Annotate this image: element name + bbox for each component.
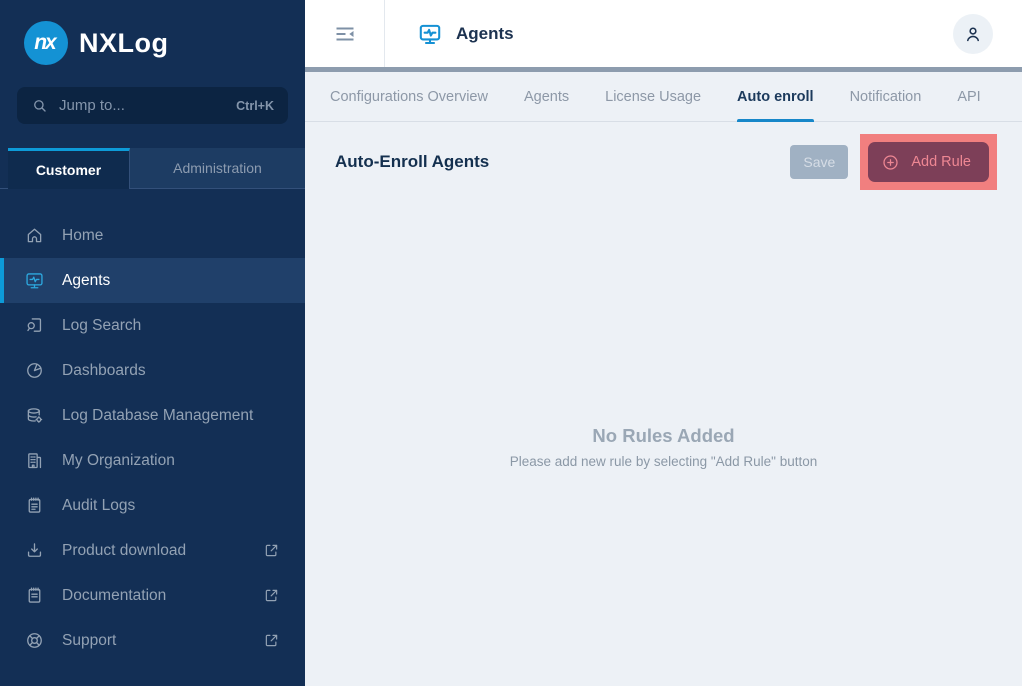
add-rule-label: Add Rule <box>911 154 971 170</box>
empty-state-title: No Rules Added <box>305 425 1022 447</box>
sidebar-item-home[interactable]: Home <box>0 213 305 258</box>
search-shortcut-hint: Ctrl+K <box>236 99 274 113</box>
sidebar-item-label: My Organization <box>62 452 281 470</box>
sidebar-collapse-button[interactable] <box>327 16 363 52</box>
add-rule-button[interactable]: Add Rule <box>868 142 989 182</box>
section-heading: Auto-Enroll Agents <box>335 152 790 172</box>
tab-administration[interactable]: Administration <box>130 148 305 189</box>
brand-name: NXLog <box>79 28 169 59</box>
empty-state-subtitle: Please add new rule by selecting "Add Ru… <box>305 454 1022 469</box>
sidebar-item-product-download[interactable]: Product download <box>0 528 305 573</box>
tab-license-usage[interactable]: License Usage <box>605 72 701 121</box>
user-icon <box>962 23 984 45</box>
audit-logs-icon <box>24 495 45 516</box>
sidebar-item-label: Home <box>62 227 281 245</box>
download-icon <box>24 540 45 561</box>
external-link-icon <box>262 586 281 605</box>
tab-configurations-overview[interactable]: Configurations Overview <box>330 72 488 121</box>
tab-api[interactable]: API <box>957 72 980 121</box>
tab-auto-enroll[interactable]: Auto enroll <box>737 72 814 121</box>
sidebar-item-label: Agents <box>62 272 281 290</box>
sidebar: nx NXLog Jump to... Ctrl+K Customer Admi… <box>0 0 305 686</box>
tab-notification[interactable]: Notification <box>850 72 922 121</box>
brand-logo[interactable]: nx NXLog <box>24 20 305 66</box>
save-button[interactable]: Save <box>790 145 848 179</box>
content-area: Auto-Enroll Agents Save Add Rule No Rule <box>305 122 1022 686</box>
header-right <box>953 0 1022 67</box>
sidebar-item-label: Support <box>62 632 245 650</box>
menu-collapse-icon <box>333 22 357 46</box>
sidebar-item-documentation[interactable]: Documentation <box>0 573 305 618</box>
page-title: Agents <box>456 24 514 44</box>
organization-icon <box>24 450 45 471</box>
dashboards-icon <box>24 360 45 381</box>
documentation-icon <box>24 585 45 606</box>
sidebar-item-label: Dashboards <box>62 362 281 380</box>
sidebar-item-label: Documentation <box>62 587 245 605</box>
empty-state: No Rules Added Please add new rule by se… <box>305 425 1022 469</box>
sidebar-toggle-section <box>305 0 385 67</box>
sidebar-item-label: Log Database Management <box>62 407 281 425</box>
nxlog-logo-icon: nx <box>24 21 68 65</box>
sidebar-item-audit-logs[interactable]: Audit Logs <box>0 483 305 528</box>
sidebar-item-support[interactable]: Support <box>0 618 305 663</box>
sidebar-item-agents[interactable]: Agents <box>0 258 305 303</box>
user-avatar-button[interactable] <box>953 14 993 54</box>
page-tabbar: Configurations Overview Agents License U… <box>305 72 1022 122</box>
sidebar-item-my-organization[interactable]: My Organization <box>0 438 305 483</box>
plus-circle-icon <box>881 153 900 172</box>
sidebar-item-label: Log Search <box>62 317 281 335</box>
sidebar-item-log-database-management[interactable]: Log Database Management <box>0 393 305 438</box>
sidebar-item-label: Audit Logs <box>62 497 281 515</box>
database-icon <box>24 405 45 426</box>
search-icon <box>31 97 49 115</box>
external-link-icon <box>262 541 281 560</box>
workspace-tabs: Customer Administration <box>0 148 305 189</box>
agents-icon <box>417 21 443 47</box>
action-buttons: Save Add Rule <box>790 134 997 190</box>
search-placeholder: Jump to... <box>59 97 226 114</box>
main-area: Agents Configurations Overview Agents Li… <box>305 0 1022 686</box>
content-header: Auto-Enroll Agents Save Add Rule <box>305 122 1022 190</box>
sidebar-item-dashboards[interactable]: Dashboards <box>0 348 305 393</box>
log-search-icon <box>24 315 45 336</box>
external-link-icon <box>262 631 281 650</box>
annotation-highlight: Add Rule <box>860 134 997 190</box>
home-icon <box>24 225 45 246</box>
agents-icon <box>24 270 45 291</box>
tab-customer[interactable]: Customer <box>8 148 130 189</box>
sidebar-item-label: Product download <box>62 542 245 560</box>
logo-monogram: nx <box>34 31 55 55</box>
support-icon <box>24 630 45 651</box>
app-window: nx NXLog Jump to... Ctrl+K Customer Admi… <box>0 0 1022 686</box>
top-header: Agents <box>305 0 1022 67</box>
workspace-tabs-spacer <box>0 148 8 189</box>
sidebar-item-log-search[interactable]: Log Search <box>0 303 305 348</box>
search-input[interactable]: Jump to... Ctrl+K <box>17 87 288 124</box>
sidebar-nav: Home Agents Log Search <box>0 213 305 663</box>
tab-agents[interactable]: Agents <box>524 72 569 121</box>
page-title-group: Agents <box>385 0 514 67</box>
